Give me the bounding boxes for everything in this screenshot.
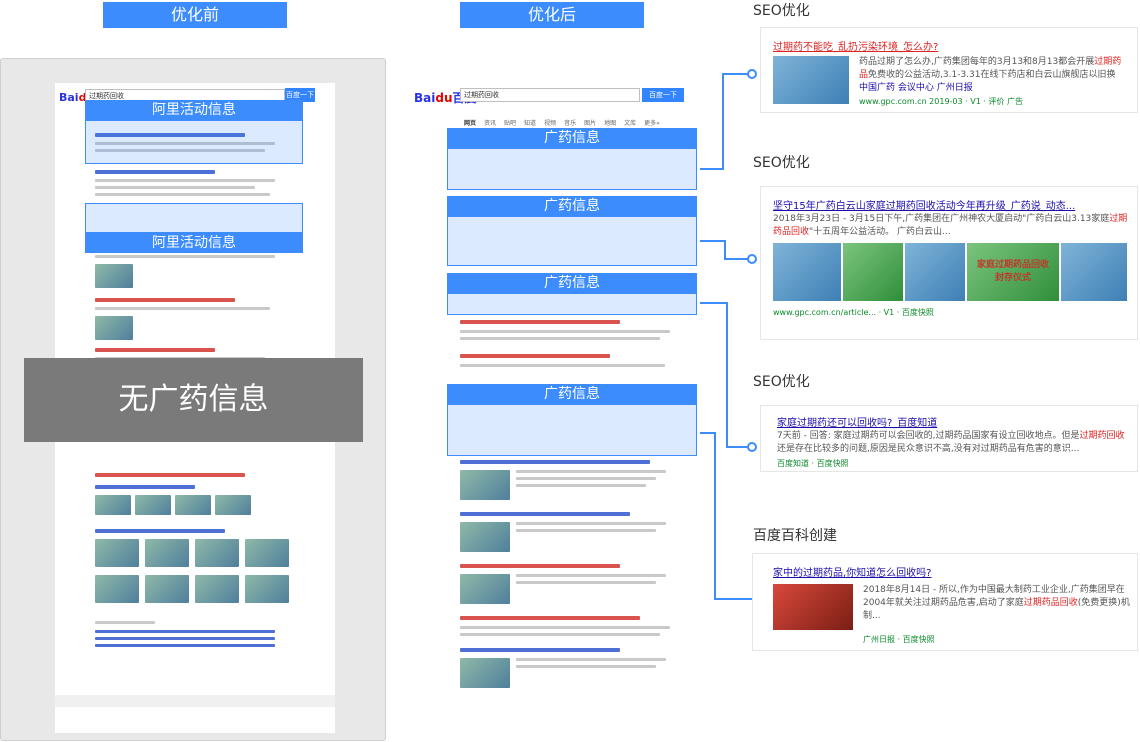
search-tabs: 网页 资讯 贴吧 知道 视频 音乐 图片 地图 文库 更多»	[464, 110, 694, 129]
callout-2-banner-text: 家庭过期药品回收 封存仪式	[976, 260, 1049, 283]
tab-news[interactable]: 资讯	[484, 120, 496, 127]
callout-1-image	[773, 56, 849, 104]
connector-1a	[700, 168, 724, 170]
after-ad-box-2	[447, 216, 697, 266]
callout-4-source: 广州日报 · 百度快照	[863, 635, 935, 644]
connector-3a	[700, 302, 728, 304]
before-highlight-1-label: 阿里活动信息	[85, 100, 303, 120]
callout-4-text: 2018年8月14日 - 所以,作为中国最大制药工业企业,广药集团早在2004年…	[863, 585, 1130, 621]
connector-2b	[724, 240, 726, 260]
callout-1-label: SEO优化	[753, 3, 810, 19]
tab-tieba[interactable]: 贴吧	[504, 120, 516, 127]
tab-map[interactable]: 地图	[604, 120, 616, 127]
callout-3-title[interactable]: 家庭过期药还可以回收吗?_百度知道	[777, 414, 1117, 429]
callout-2-label: SEO优化	[753, 155, 810, 171]
callout-4-image	[773, 584, 853, 630]
connector-2a	[700, 240, 726, 242]
connector-4b	[714, 432, 716, 600]
callout-2-image-1	[773, 243, 841, 301]
after-ad-label-4: 广药信息	[447, 384, 697, 404]
tab-zhidao[interactable]: 知道	[524, 120, 536, 127]
after-results-lower	[460, 460, 690, 688]
callout-card-2: 坚守15年广药白云山家庭过期药回收活动今年再升级_广药说_动态... 2018年…	[760, 186, 1138, 340]
callout-3-text: 7天前 - 回答: 家庭过期药可以会回收的,过期药品国家有设立回收地点。但是过期…	[777, 431, 1125, 454]
after-ad-box-3	[447, 293, 697, 315]
connector-4c	[714, 598, 752, 600]
tab-image[interactable]: 图片	[584, 120, 596, 127]
callout-3-label: SEO优化	[753, 374, 810, 390]
callout-2-image-3	[905, 243, 965, 301]
callout-3-source: 百度知道 · 百度快照	[777, 459, 849, 468]
callout-card-4: 家中的过期药品,你知道怎么回收吗? 2018年8月14日 - 所以,作为中国最大…	[752, 553, 1138, 651]
callout-1-title[interactable]: 过期药不能吃_乱扔污染环境_怎么办?	[773, 38, 1073, 53]
after-header: 优化后	[460, 2, 644, 28]
before-highlight-2	[85, 203, 303, 233]
connector-dot-3	[747, 442, 757, 452]
callout-card-3: 家庭过期药还可以回收吗?_百度知道 7天前 - 回答: 家庭过期药可以会回收的,…	[760, 405, 1138, 472]
callout-2-image-2	[843, 243, 903, 301]
callout-1-text: 药品过期了怎么办,广药集团每年的3月13和8月13都会开展过期药品免费收的公益活…	[859, 57, 1122, 80]
after-ad-label-3: 广药信息	[447, 273, 697, 293]
callout-4-title[interactable]: 家中的过期药品,你知道怎么回收吗?	[773, 564, 1113, 579]
tab-wenku[interactable]: 文库	[624, 120, 636, 127]
tab-music[interactable]: 音乐	[564, 120, 576, 127]
tab-video[interactable]: 视频	[544, 120, 556, 127]
callout-2-text: 2018年3月23日 - 3月15日下午,广药集团在广州神农大厦启动"广药白云山…	[773, 214, 1128, 237]
callout-2-source: www.gpc.com.cn/article... · V1 · 百度快照	[773, 308, 934, 317]
no-ad-banner: 无广药信息	[24, 358, 363, 442]
before-footer	[55, 695, 335, 707]
tab-more[interactable]: 更多»	[644, 120, 660, 127]
connector-dot-2	[747, 254, 757, 264]
connector-3b	[726, 302, 728, 448]
search-input-after[interactable]: 过期药回收	[460, 88, 640, 102]
after-ad-box-1	[447, 148, 697, 190]
callout-card-1: 过期药不能吃_乱扔污染环境_怎么办? 药品过期了怎么办,广药集团每年的3月13和…	[760, 27, 1138, 113]
search-button-after[interactable]: 百度一下	[642, 88, 684, 102]
callout-4-label: 百度百科创建	[753, 528, 837, 544]
callout-2-title[interactable]: 坚守15年广药白云山家庭过期药回收活动今年再升级_广药说_动态...	[773, 197, 1129, 212]
after-ad-label-1: 广药信息	[447, 128, 697, 148]
before-highlight-1	[85, 120, 303, 164]
after-ad-label-2: 广药信息	[447, 196, 697, 216]
callout-1-source: www.gpc.com.cn 2019-03 · V1 · 评价 广告	[859, 97, 1023, 106]
after-ad-box-4	[447, 404, 697, 456]
after-results-mid	[460, 320, 690, 367]
before-header: 优化前	[103, 2, 287, 28]
before-results-lower	[95, 473, 295, 647]
before-highlight-2-label: 阿里活动信息	[85, 233, 303, 253]
connector-dot-1	[747, 69, 757, 79]
callout-2-image-4	[1061, 243, 1127, 301]
tab-web[interactable]: 网页	[464, 120, 476, 127]
connector-1b	[722, 73, 724, 170]
callout-1-links: 中国广药 会议中心 广州日报	[859, 83, 973, 93]
